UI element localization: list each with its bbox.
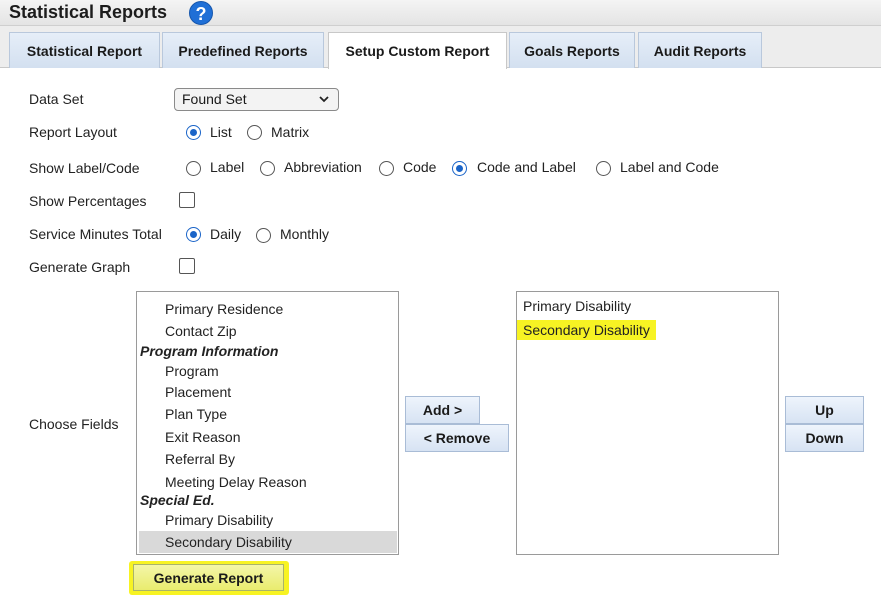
down-button[interactable]: Down <box>785 424 864 452</box>
radio-label[interactable] <box>186 161 201 176</box>
radio-daily-label: Daily <box>210 226 242 242</box>
show-percentages-label: Show Percentages <box>29 193 147 209</box>
list-item[interactable]: Plan Type <box>165 406 227 422</box>
radio-code[interactable] <box>379 161 394 176</box>
generate-graph-checkbox[interactable] <box>179 258 195 274</box>
list-item[interactable]: Contact Zip <box>165 323 237 339</box>
add-button[interactable]: Add > <box>405 396 480 424</box>
radio-list-label: List <box>210 124 232 140</box>
list-item[interactable]: Primary Residence <box>165 301 283 317</box>
data-set-label: Data Set <box>29 91 84 107</box>
tab-predefined-reports[interactable]: Predefined Reports <box>162 32 324 68</box>
selected-fields-listbox[interactable]: Primary Disability Secondary Disability <box>516 291 779 555</box>
list-item[interactable]: Referral By <box>165 451 235 467</box>
list-item-highlighted[interactable]: Secondary Disability <box>517 320 656 340</box>
radio-list[interactable] <box>186 125 201 140</box>
radio-label-and-code-label: Label and Code <box>620 159 719 175</box>
page-title: Statistical Reports <box>9 2 168 22</box>
radio-abbreviation[interactable] <box>260 161 275 176</box>
chevron-down-icon <box>319 96 329 103</box>
choose-fields-label: Choose Fields <box>29 416 119 432</box>
tab-label: Audit Reports <box>653 42 747 59</box>
tab-label: Setup Custom Report <box>345 43 490 59</box>
radio-monthly-label: Monthly <box>280 226 330 242</box>
radio-daily[interactable] <box>186 227 201 242</box>
tab-audit-reports[interactable]: Audit Reports <box>638 32 762 68</box>
remove-button[interactable]: < Remove <box>405 424 509 452</box>
list-item[interactable]: Primary Disability <box>165 512 273 528</box>
radio-code-label: Code <box>403 159 437 175</box>
tab-label: Goals Reports <box>524 42 620 59</box>
radio-matrix-label: Matrix <box>271 124 310 140</box>
tab-label: Statistical Report <box>26 42 143 59</box>
list-item[interactable]: Meeting Delay Reason <box>165 474 307 490</box>
tab-label: Predefined Reports <box>178 42 308 59</box>
list-item[interactable]: Placement <box>165 384 231 400</box>
tab-setup-custom-report[interactable]: Setup Custom Report <box>328 32 507 69</box>
list-group-header: Special Ed. <box>140 492 215 508</box>
tab-strip: Statistical Report Predefined Reports Se… <box>0 26 881 69</box>
service-minutes-total-label: Service Minutes Total <box>29 226 162 242</box>
show-label-code-label: Show Label/Code <box>29 160 140 176</box>
radio-code-and-label-label: Code and Label <box>477 159 576 175</box>
radio-matrix[interactable] <box>247 125 262 140</box>
radio-label-label: Label <box>210 159 245 175</box>
title-bar: Statistical Reports ? <box>0 0 881 26</box>
show-percentages-checkbox[interactable] <box>179 192 195 208</box>
list-item[interactable]: Primary Disability <box>523 298 631 314</box>
data-set-select[interactable]: Found Set <box>174 88 339 111</box>
data-set-value: Found Set <box>182 91 247 107</box>
radio-abbreviation-label: Abbreviation <box>284 159 362 175</box>
tab-goals-reports[interactable]: Goals Reports <box>509 32 635 68</box>
report-layout-label: Report Layout <box>29 124 117 140</box>
list-item[interactable]: Exit Reason <box>165 429 240 445</box>
list-item[interactable]: Program <box>165 363 219 379</box>
up-button[interactable]: Up <box>785 396 864 424</box>
help-icon[interactable]: ? <box>189 1 213 25</box>
tab-statistical-report[interactable]: Statistical Report <box>9 32 160 68</box>
generate-graph-label: Generate Graph <box>29 259 131 275</box>
list-item-selected[interactable]: Secondary Disability <box>139 531 397 553</box>
radio-monthly[interactable] <box>256 228 271 243</box>
generate-report-button[interactable]: Generate Report <box>133 564 284 591</box>
list-group-header: Program Information <box>140 343 279 359</box>
radio-code-and-label[interactable] <box>452 161 467 176</box>
available-fields-listbox[interactable]: Primary Residence Contact Zip Program In… <box>136 291 399 555</box>
radio-label-and-code[interactable] <box>596 161 611 176</box>
